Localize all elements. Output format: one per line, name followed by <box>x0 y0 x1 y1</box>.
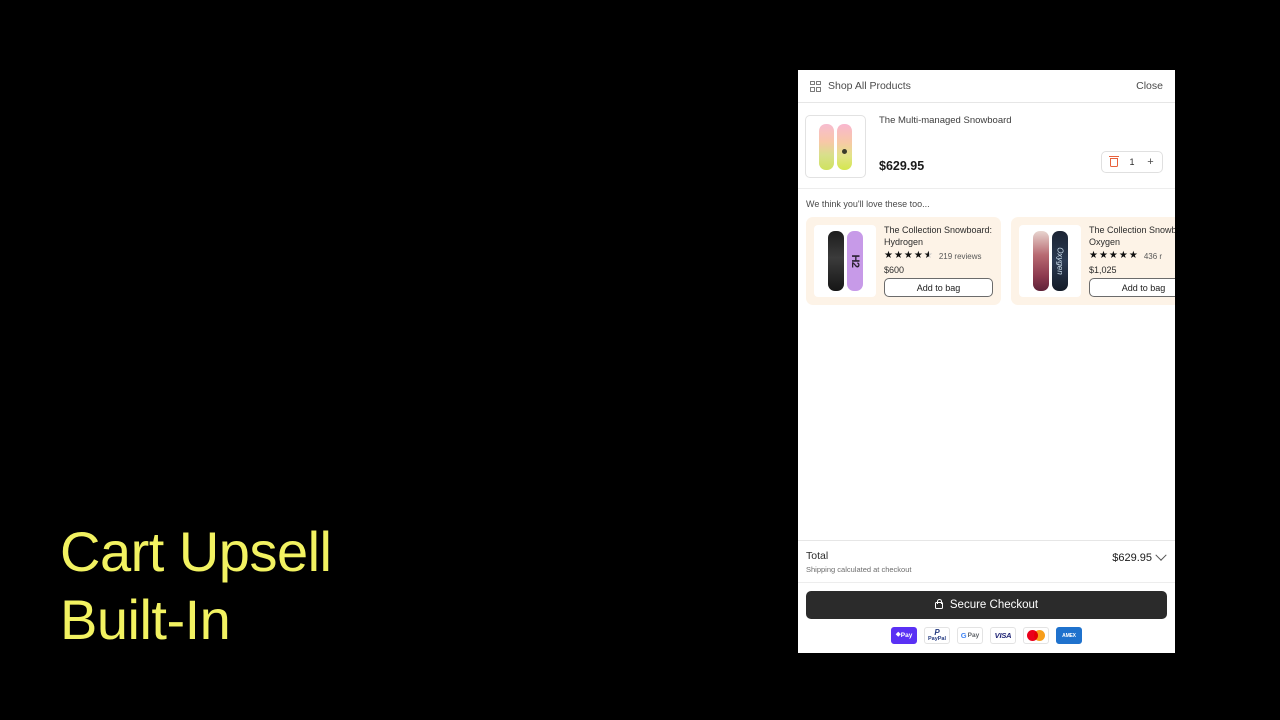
recommendation-card[interactable]: The Collection Snowboard: Oxygen ★★★★★ 4… <box>1011 217 1175 305</box>
trash-icon <box>1108 155 1119 167</box>
cart-line-item: The Multi-managed Snowboard $629.95 1 + <box>798 103 1175 189</box>
recommendation-card[interactable]: The Collection Snowboard: Hydrogen ★★★★★… <box>806 217 1001 305</box>
shop-all-products-button[interactable]: Shop All Products <box>810 80 911 92</box>
star-rating-icon: ★★★★★ <box>884 250 934 262</box>
grid-icon <box>810 80 821 92</box>
mastercard-icon <box>1023 627 1049 644</box>
secure-checkout-label: Secure Checkout <box>949 599 1039 611</box>
total-amount-value: $629.95 <box>1112 552 1152 564</box>
visa-icon: VISA <box>990 627 1016 644</box>
chevron-down-icon <box>1155 549 1167 561</box>
recommendation-title[interactable]: The Collection Snowboard: Oxygen <box>1089 225 1175 248</box>
total-row: Total Shipping calculated at checkout $6… <box>798 541 1175 583</box>
recommendation-title[interactable]: The Collection Snowboard: Hydrogen <box>884 225 993 248</box>
recommendations-heading: We think you'll love these too... <box>806 199 930 209</box>
total-label: Total <box>806 550 829 562</box>
total-amount-toggle[interactable]: $629.95 <box>1112 549 1167 564</box>
remove-item-button[interactable] <box>1105 153 1122 171</box>
shipping-note: Shipping calculated at checkout <box>806 565 912 574</box>
recommendation-price: $1,025 <box>1089 265 1117 275</box>
close-button[interactable]: Close <box>1136 80 1163 92</box>
recommendations-row: The Collection Snowboard: Hydrogen ★★★★★… <box>806 217 1175 305</box>
cart-item-info: The Multi-managed Snowboard $629.95 <box>866 115 1101 173</box>
star-rating-icon: ★★★★★ <box>1089 250 1139 261</box>
recommendation-image-oxygen[interactable] <box>1019 225 1081 297</box>
cart-item-title[interactable]: The Multi-managed Snowboard <box>879 115 1101 127</box>
rating-row: ★★★★★ 219 reviews <box>884 250 993 262</box>
checkout-wrap: Secure Checkout <box>798 583 1175 625</box>
review-count: 219 reviews <box>938 251 982 261</box>
shop-all-products-label: Shop All Products <box>828 80 911 92</box>
snowboard-image-black <box>827 231 844 291</box>
add-to-bag-button[interactable]: Add to bag <box>1089 278 1175 297</box>
snowboard-image-purple <box>846 231 863 291</box>
google-pay-icon: G Pay <box>957 627 983 644</box>
snowboard-image-blue <box>1051 231 1068 291</box>
review-count: 436 r <box>1143 251 1163 261</box>
cart-body: The Multi-managed Snowboard $629.95 1 + … <box>798 103 1175 540</box>
drawer-header: Shop All Products Close <box>798 70 1175 103</box>
drawer-footer: Total Shipping calculated at checkout $6… <box>798 540 1175 653</box>
quantity-stepper[interactable]: 1 + <box>1101 151 1163 173</box>
total-text-group: Total Shipping calculated at checkout <box>806 550 912 574</box>
quantity-value: 1 <box>1129 157 1135 167</box>
shop-pay-icon: ⯁Pay <box>891 627 917 644</box>
paypal-icon: P PayPal <box>924 627 950 644</box>
lock-icon <box>934 598 943 609</box>
snowboard-image-red <box>1032 231 1049 291</box>
snowboard-image-left <box>819 123 834 170</box>
cart-drawer: Shop All Products Close The Multi-manage… <box>798 70 1175 653</box>
recommendation-price: $600 <box>884 265 905 275</box>
recommendation-image-hydrogen[interactable] <box>814 225 876 297</box>
cart-item-price: $629.95 <box>879 159 925 173</box>
increase-quantity-button[interactable]: + <box>1142 153 1159 171</box>
recommendations-section: We think you'll love these too... The Co… <box>798 189 1175 305</box>
secure-checkout-button[interactable]: Secure Checkout <box>806 591 1167 619</box>
cart-item-thumbnail[interactable] <box>805 115 866 178</box>
snowboard-image-right <box>837 123 852 170</box>
recommendation-info: The Collection Snowboard: Oxygen ★★★★★ 4… <box>1089 225 1175 297</box>
page-title: Cart Upsell Built-In <box>60 520 332 651</box>
payment-methods-row: ⯁Pay P PayPal G Pay VISA AMEX <box>798 625 1175 653</box>
rating-row: ★★★★★ 436 r <box>1089 250 1175 262</box>
recommendation-info: The Collection Snowboard: Hydrogen ★★★★★… <box>884 225 993 297</box>
add-to-bag-button[interactable]: Add to bag <box>884 278 993 297</box>
amex-icon: AMEX <box>1056 627 1082 644</box>
